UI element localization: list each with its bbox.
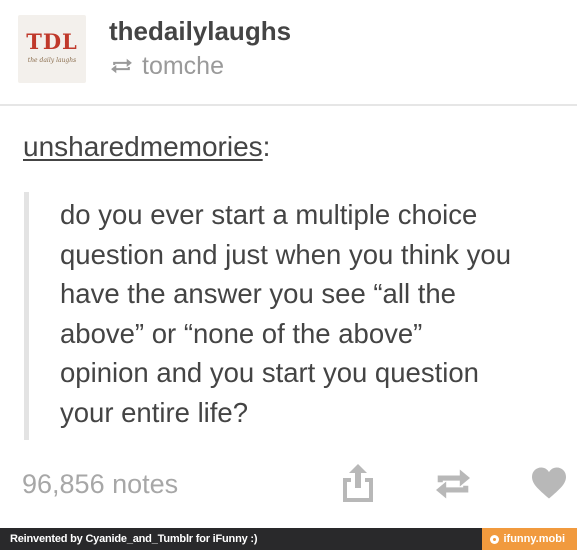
share-icon — [343, 464, 373, 502]
avatar-logo-subtext: the daily laughs — [27, 57, 77, 64]
footer-credit: Reinvented by Cyanide_and_Tumblr for iFu… — [10, 533, 258, 545]
reblogged-from: tomche — [109, 52, 224, 80]
header-divider — [0, 104, 577, 106]
post-header: TDL the daily laughs thedailylaughs tomc… — [0, 0, 577, 104]
notes-count[interactable]: 96,856 notes — [22, 469, 178, 500]
quote-line: have the answer you see “all the — [60, 278, 456, 309]
avatar-logo-text: TDL — [26, 29, 78, 54]
quote-body: do you ever start a multiple choice ques… — [60, 195, 575, 432]
post-source: unsharedmemories: — [23, 131, 270, 163]
blog-name-link[interactable]: thedailylaughs — [109, 16, 291, 47]
like-button[interactable] — [530, 466, 568, 500]
source-user-link[interactable]: unsharedmemories — [23, 131, 263, 162]
reblog-icon — [436, 469, 470, 499]
blog-avatar[interactable]: TDL the daily laughs — [18, 15, 86, 83]
reblog-small-icon — [111, 58, 132, 74]
source-suffix: : — [262, 131, 271, 162]
quote-line: opinion and you start you question — [60, 357, 479, 388]
ifunny-logo-icon — [490, 534, 500, 544]
reblogged-from-user[interactable]: tomche — [142, 52, 224, 81]
quote-line: your entire life? — [60, 396, 249, 428]
quote-line: above” or “none of the above” — [60, 317, 423, 349]
quote-line: question and just when you think you — [60, 238, 511, 270]
share-button[interactable] — [340, 462, 376, 504]
footer-site: ifunny.mobi — [503, 533, 565, 545]
footer-site-badge: ifunny.mobi — [482, 528, 577, 550]
heart-icon — [532, 467, 566, 499]
watermark-footer: Reinvented by Cyanide_and_Tumblr for iFu… — [0, 528, 577, 550]
quote-line: do you ever start a multiple choice — [60, 199, 478, 230]
reblog-button[interactable] — [432, 467, 474, 501]
blockquote-bar — [24, 192, 29, 440]
